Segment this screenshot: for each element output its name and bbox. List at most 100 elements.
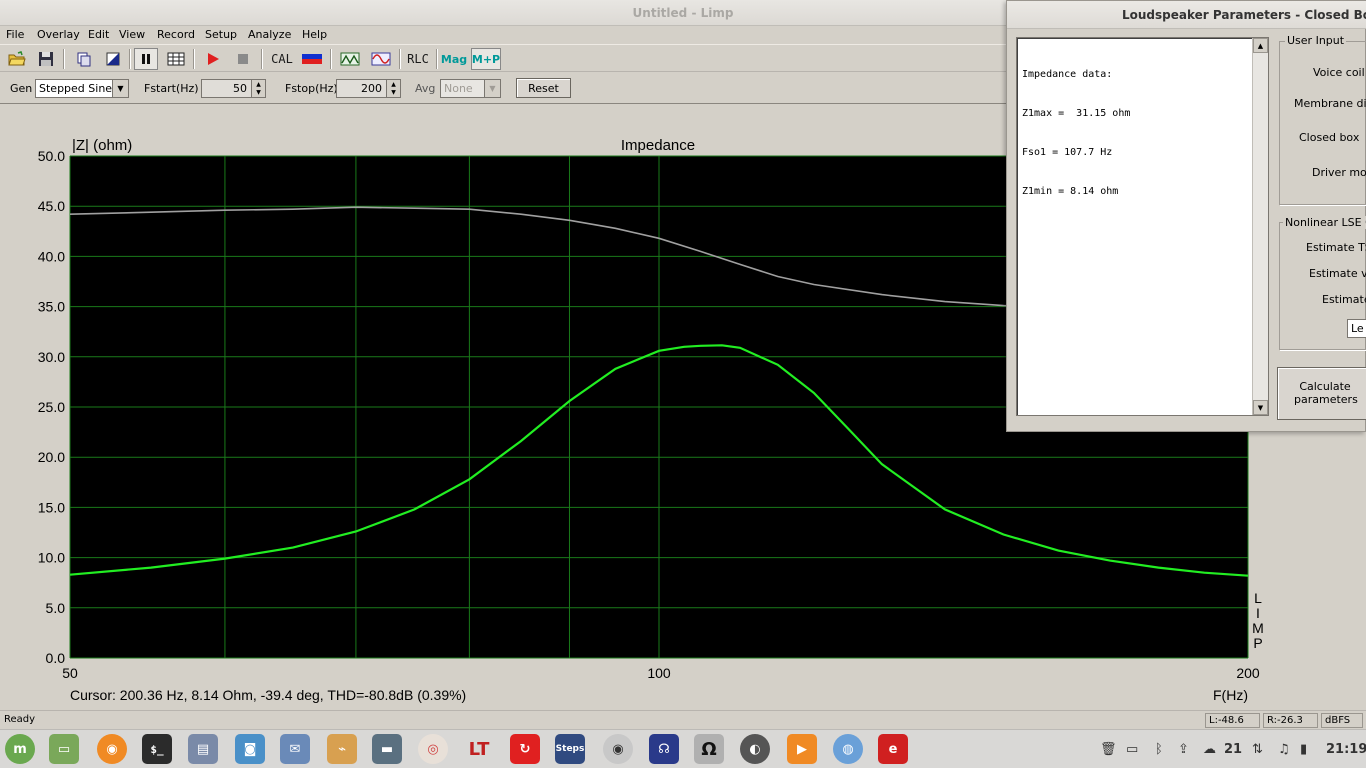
y-tick-label: 25.0 xyxy=(38,399,65,415)
menu-help[interactable]: Help xyxy=(302,28,327,41)
copy-icon xyxy=(77,52,91,67)
stop-button[interactable] xyxy=(231,48,255,70)
media-player-icon[interactable]: ▶ xyxy=(787,734,817,764)
display-tray-icon[interactable]: ▭ xyxy=(1126,742,1138,757)
table-button[interactable] xyxy=(164,48,188,70)
scroll-up-icon[interactable]: ▲ xyxy=(1253,38,1268,53)
sound-icon[interactable]: ♫ xyxy=(1278,742,1290,757)
network-icon[interactable]: ⇅ xyxy=(1252,742,1263,757)
impedance-data-memo[interactable]: Impedance data: Z1max = 31.15 ohm Fso1 =… xyxy=(1016,37,1269,416)
fstart-label: Fstart(Hz) xyxy=(144,82,199,95)
firefox-icon[interactable]: ◉ xyxy=(97,734,127,764)
mag-label: Mag xyxy=(440,52,468,66)
display-icon[interactable]: ▬ xyxy=(372,734,402,764)
window-selector-icon[interactable]: ▤ xyxy=(188,734,218,764)
calculate-parameters-button[interactable]: Calculate parameters xyxy=(1277,367,1366,420)
play-icon xyxy=(208,53,219,65)
copy-button[interactable] xyxy=(72,48,96,70)
fstop-input[interactable]: 200 xyxy=(336,79,387,98)
fstart-input[interactable]: 50 xyxy=(201,79,252,98)
fstop-stepper[interactable]: ▲ ▼ xyxy=(387,79,401,98)
down-arrow-icon: ▼ xyxy=(256,89,261,97)
browser-icon[interactable]: ◍ xyxy=(833,734,863,764)
user-input-title: User Input xyxy=(1285,34,1347,47)
stop-icon xyxy=(238,54,248,64)
files-icon[interactable]: ▭ xyxy=(49,734,79,764)
sine-button[interactable] xyxy=(368,48,394,70)
x-tick-label: 50 xyxy=(62,665,78,681)
magnitude-button[interactable]: Mag xyxy=(440,48,468,70)
avg-value: None xyxy=(444,82,473,95)
dialog-title: Loudspeaker Parameters - Closed Box M xyxy=(1122,8,1366,22)
chrome-icon[interactable]: ◎ xyxy=(418,734,448,764)
generator-select[interactable]: Stepped Sine ▼ xyxy=(35,79,129,98)
trash-icon[interactable]: 🗑 xyxy=(1100,742,1117,757)
menu-file[interactable]: File xyxy=(6,28,24,41)
fstop-label: Fstop(Hz) xyxy=(285,82,338,95)
le-model-select[interactable]: Le xyxy=(1347,319,1366,338)
e-app-icon[interactable]: e xyxy=(878,734,908,764)
clock: 21:19 xyxy=(1326,742,1366,757)
closed-box-label: Closed box xyxy=(1299,131,1360,144)
status-bar: Ready L:-48.6 R:-26.3 dBFS xyxy=(0,710,1366,729)
reset-button[interactable]: Reset xyxy=(516,78,571,98)
menu-view[interactable]: View xyxy=(119,28,145,41)
refresh-app-icon[interactable]: ↻ xyxy=(510,734,540,764)
terminal-icon[interactable]: $_ xyxy=(142,734,172,764)
color-bar-icon xyxy=(302,54,322,64)
menu-overlay[interactable]: Overlay xyxy=(37,28,80,41)
lse-options-title: Nonlinear LSE Op xyxy=(1283,216,1366,229)
menu-analyze[interactable]: Analyze xyxy=(248,28,291,41)
camera-icon[interactable]: ◙ xyxy=(235,734,265,764)
y-tick-label: 30.0 xyxy=(38,349,65,365)
avg-label: Avg xyxy=(415,82,436,95)
scroll-down-icon[interactable]: ▼ xyxy=(1253,400,1268,415)
save-button[interactable] xyxy=(34,48,58,70)
mag-phase-button[interactable]: M+P xyxy=(471,48,501,70)
color-button[interactable] xyxy=(299,48,325,70)
side-letter: M xyxy=(1252,620,1264,636)
limp-app: Untitled - Limp File Overlay Edit View R… xyxy=(0,0,1366,768)
weather-icon[interactable]: ☁ xyxy=(1203,742,1216,757)
chevron-down-icon: ▼ xyxy=(112,80,128,97)
speaker-icon[interactable]: ◐ xyxy=(740,734,770,764)
pause-button[interactable] xyxy=(134,48,158,70)
limp-side-label: LIMP xyxy=(1252,590,1264,651)
avg-select[interactable]: None ▼ xyxy=(440,79,501,98)
cursor-readout: Cursor: 200.36 Hz, 8.14 Ohm, -39.4 deg, … xyxy=(70,687,466,703)
dialog-titlebar[interactable]: Loudspeaker Parameters - Closed Box M xyxy=(1007,1,1366,29)
menu-setup[interactable]: Setup xyxy=(205,28,237,41)
battery-icon[interactable]: ▮ xyxy=(1300,742,1307,757)
limp-app-icon[interactable]: Ω xyxy=(694,734,724,764)
mint-menu-icon[interactable]: m xyxy=(5,734,35,764)
ltspice-icon[interactable]: LT xyxy=(464,734,494,764)
x-tick-label: 100 xyxy=(647,665,671,681)
y-tick-label: 0.0 xyxy=(46,650,66,666)
rlc-button[interactable]: RLC xyxy=(404,48,432,70)
overlay-button[interactable] xyxy=(101,48,125,70)
y-tick-label: 50.0 xyxy=(38,148,65,164)
bluetooth-icon[interactable]: ᛒ xyxy=(1155,742,1163,757)
impedance-jig-button[interactable] xyxy=(337,48,363,70)
open-button[interactable] xyxy=(5,48,29,70)
estimate-vo-label: Estimate vo xyxy=(1309,267,1366,280)
memo-scrollbar[interactable]: ▲ ▼ xyxy=(1252,38,1268,415)
webcam-icon[interactable]: ◉ xyxy=(603,734,633,764)
fstart-stepper[interactable]: ▲ ▼ xyxy=(252,79,266,98)
play-button[interactable] xyxy=(201,48,225,70)
temperature-text: 21 xyxy=(1224,742,1243,757)
side-letter: I xyxy=(1256,605,1260,621)
steps-app-icon[interactable]: Steps xyxy=(555,734,585,764)
update-icon[interactable]: ⇪ xyxy=(1178,742,1189,757)
chart-xlabel: F(Hz) xyxy=(1213,687,1248,703)
menu-record[interactable]: Record xyxy=(157,28,195,41)
y-tick-label: 45.0 xyxy=(38,198,65,214)
mail-icon[interactable]: ✉ xyxy=(280,734,310,764)
memo-line: Impedance data: xyxy=(1022,69,1113,80)
circuit-editor-icon[interactable]: ⌁ xyxy=(327,734,357,764)
menu-edit[interactable]: Edit xyxy=(88,28,109,41)
y-tick-label: 40.0 xyxy=(38,248,65,264)
audio-app-icon[interactable]: ☊ xyxy=(649,734,679,764)
calibrate-button[interactable]: CAL xyxy=(268,48,296,70)
y-tick-label: 10.0 xyxy=(38,550,65,566)
